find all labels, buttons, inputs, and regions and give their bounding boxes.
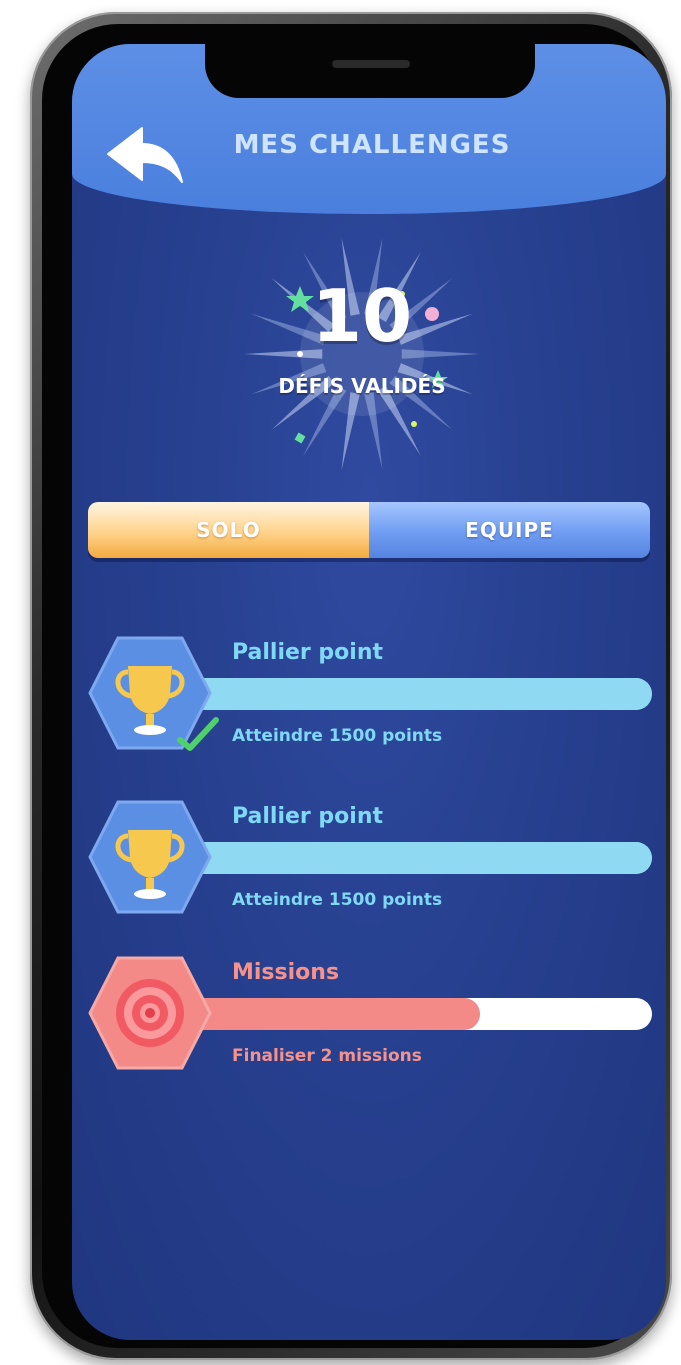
progress-fill bbox=[188, 678, 652, 710]
progress-bar bbox=[188, 842, 652, 874]
app-screen: MES CHALLENGES 10 DÉFIS VALIDÉS SOLO EQU… bbox=[72, 44, 666, 1340]
target-icon bbox=[88, 956, 212, 1070]
checkmark-icon bbox=[177, 717, 219, 751]
challenge-title: Pallier point bbox=[232, 804, 384, 829]
progress-bar bbox=[188, 998, 652, 1030]
phone-notch bbox=[205, 44, 535, 98]
trophy-icon bbox=[88, 800, 212, 914]
challenge-item[interactable]: Pallier point Atteindre 1500 points bbox=[88, 636, 652, 766]
challenge-title: Missions bbox=[232, 960, 340, 985]
validated-count: 10 bbox=[311, 274, 413, 358]
progress-fill bbox=[188, 842, 652, 874]
tab-solo[interactable]: SOLO bbox=[88, 502, 369, 558]
tab-equipe[interactable]: EQUIPE bbox=[369, 502, 650, 558]
challenge-item[interactable]: Missions Finaliser 2 missions bbox=[88, 956, 652, 1086]
progress-fill bbox=[188, 998, 481, 1030]
mode-tabs: SOLO EQUIPE bbox=[88, 502, 650, 558]
page-title: MES CHALLENGES bbox=[233, 130, 511, 160]
back-button[interactable] bbox=[106, 124, 186, 186]
validated-label: DÉFIS VALIDÉS bbox=[278, 374, 446, 398]
challenge-subtitle: Atteindre 1500 points bbox=[232, 890, 443, 910]
phone-speaker bbox=[332, 60, 410, 68]
challenge-item[interactable]: Pallier point Atteindre 1500 points bbox=[88, 800, 652, 930]
validated-challenges-badge: 10 DÉFIS VALIDÉS bbox=[242, 234, 482, 474]
challenge-subtitle: Atteindre 1500 points bbox=[232, 726, 443, 746]
challenge-title: Pallier point bbox=[232, 640, 384, 665]
challenge-subtitle: Finaliser 2 missions bbox=[232, 1046, 422, 1066]
progress-bar bbox=[188, 678, 652, 710]
back-arrow-icon bbox=[107, 127, 183, 183]
